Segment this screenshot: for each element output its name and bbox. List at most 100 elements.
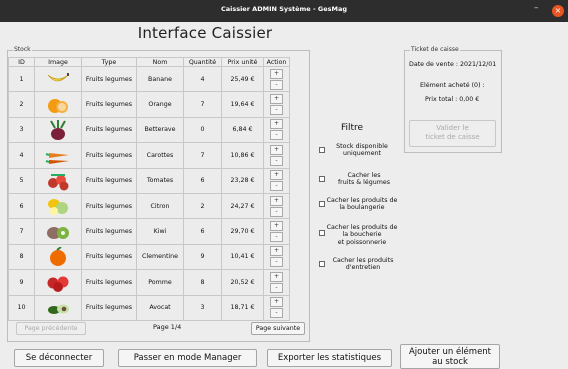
filter-checkbox[interactable] xyxy=(319,230,325,236)
cell-type: Fruits legumes xyxy=(81,167,137,194)
filter-title: Filtre xyxy=(341,123,364,133)
cell-type: Fruits legumes xyxy=(81,218,137,245)
column-header: Action xyxy=(263,57,290,67)
cell-quantity: 2 xyxy=(183,192,222,220)
sale-date: Date de vente : 2021/12/01 xyxy=(409,61,497,68)
decrement-button[interactable]: - xyxy=(270,130,283,141)
column-header: Type xyxy=(81,57,137,67)
decrement-button[interactable]: - xyxy=(270,155,283,166)
orange-icon xyxy=(45,95,71,115)
cell-action: + - xyxy=(263,294,290,321)
filter-label-line: d'entretien xyxy=(345,264,381,272)
tomato-icon xyxy=(45,171,71,191)
filter-label: Cacher les produits d'entretien xyxy=(327,257,399,272)
cell-quantity: 7 xyxy=(183,91,222,118)
avocado-icon xyxy=(45,298,71,318)
export-stats-button[interactable]: Exporter les statistiques xyxy=(267,349,392,367)
increment-button[interactable]: + xyxy=(270,195,283,206)
filter-label-line: Cacher les produits de xyxy=(326,224,398,231)
page-indicator: Page 1/4 xyxy=(153,323,182,331)
next-page-button[interactable]: Page suivante xyxy=(251,322,305,335)
window-title: Caissier ADMIN Système - GesMag xyxy=(220,5,348,13)
filter-label-line: et poissonnerie xyxy=(337,238,387,246)
filter-label-line: la boucherie xyxy=(342,231,382,239)
cell-name: Pomme xyxy=(136,269,184,296)
cell-image xyxy=(34,192,82,220)
filter-label-line: uniquement xyxy=(342,150,382,158)
filter-checkbox[interactable] xyxy=(319,176,325,182)
table-row: 4 Fruits legumes Carottes 7 10,86 € + - xyxy=(8,142,290,169)
increment-button[interactable]: + xyxy=(270,170,283,181)
increment-button[interactable]: + xyxy=(270,144,283,155)
logout-button[interactable]: Se déconnecter xyxy=(14,349,104,367)
beet-icon xyxy=(45,119,71,140)
cell-type: Fruits legumes xyxy=(81,142,137,169)
cell-image xyxy=(34,294,82,321)
table-row: 10 Fruits legumes Avocat 3 18,71 € + - xyxy=(8,294,290,321)
cell-name: Tomates xyxy=(136,167,184,194)
increment-button[interactable]: + xyxy=(270,94,283,105)
manager-mode-button[interactable]: Passer en mode Manager xyxy=(118,349,257,367)
column-header: Nom xyxy=(136,57,184,67)
filter-label-line: Cacher les produits de xyxy=(326,197,398,204)
cell-type: Fruits legumes xyxy=(81,91,137,118)
cell-name: Betterave xyxy=(136,116,184,144)
table-row: 6 Fruits legumes Citron 2 24,27 € + - xyxy=(8,192,290,220)
decrement-button[interactable]: - xyxy=(270,79,283,90)
increment-button[interactable]: + xyxy=(270,119,283,130)
banana-icon xyxy=(45,69,71,89)
carrot-icon xyxy=(45,145,71,165)
filter-label-line: la boulangerie xyxy=(339,204,385,212)
cell-image xyxy=(34,116,82,144)
table-row: 8 Fruits legumes Clementine 9 10,41 € + - xyxy=(8,243,290,271)
prev-page-button[interactable]: Page précédente xyxy=(16,322,86,335)
stock-table: ID Image Type Nom Quantité Prix unité Action 1… xyxy=(8,57,290,321)
filter-label-line: fruits & légumes xyxy=(337,179,391,187)
cell-image xyxy=(34,91,82,118)
decrement-button[interactable]: - xyxy=(270,257,283,268)
cell-quantity: 6 xyxy=(183,218,222,245)
cell-image xyxy=(34,218,82,245)
cell-quantity: 7 xyxy=(183,142,222,169)
decrement-button[interactable]: - xyxy=(270,206,283,217)
decrement-button[interactable]: - xyxy=(270,308,283,319)
column-header: Quantité xyxy=(183,57,222,67)
increment-button[interactable]: + xyxy=(270,297,283,308)
cell-image xyxy=(34,243,82,271)
increment-button[interactable]: + xyxy=(270,271,283,282)
increment-button[interactable]: + xyxy=(270,246,283,257)
clementine-icon xyxy=(45,246,71,267)
cell-price: 20,52 € xyxy=(221,269,264,296)
cell-type: Fruits legumes xyxy=(81,116,137,144)
cell-name: Avocat xyxy=(136,294,184,321)
table-row: 1 Fruits legumes Banane 4 25,49 € + - xyxy=(8,65,290,93)
cell-price: 10,86 € xyxy=(221,142,264,169)
minimize-icon[interactable]: – xyxy=(534,3,539,13)
decrement-button[interactable]: - xyxy=(270,181,283,192)
cell-quantity: 4 xyxy=(183,65,222,93)
decrement-button[interactable]: - xyxy=(270,282,283,293)
cell-quantity: 8 xyxy=(183,269,222,296)
close-icon[interactable]: × xyxy=(552,5,564,17)
increment-button[interactable]: + xyxy=(270,221,283,232)
decrement-button[interactable]: - xyxy=(270,232,283,243)
window-titlebar: Caissier ADMIN Système - GesMag – × xyxy=(0,0,568,22)
add-stock-button[interactable]: Ajouter un élément au stock xyxy=(400,344,500,369)
validate-line-2: ticket de caisse xyxy=(425,133,480,141)
column-header: Image xyxy=(34,57,82,67)
filter-label: Stock disponible uniquement xyxy=(326,143,398,158)
cell-id: 1 xyxy=(8,65,35,93)
validate-line-1: Valider le xyxy=(436,124,469,132)
filter-checkbox[interactable] xyxy=(319,147,325,153)
filter-checkbox[interactable] xyxy=(319,261,325,267)
decrement-button[interactable]: - xyxy=(270,105,283,116)
cell-name: Citron xyxy=(136,192,184,220)
cell-price: 10,41 € xyxy=(221,243,264,271)
validate-ticket-button[interactable]: Valider le ticket de caisse xyxy=(409,120,496,147)
cell-image xyxy=(34,65,82,93)
cell-action: + - xyxy=(263,142,290,169)
increment-button[interactable]: + xyxy=(270,68,283,79)
cell-id: 10 xyxy=(8,294,35,321)
apple-icon xyxy=(45,272,71,293)
filter-checkbox[interactable] xyxy=(319,201,325,207)
